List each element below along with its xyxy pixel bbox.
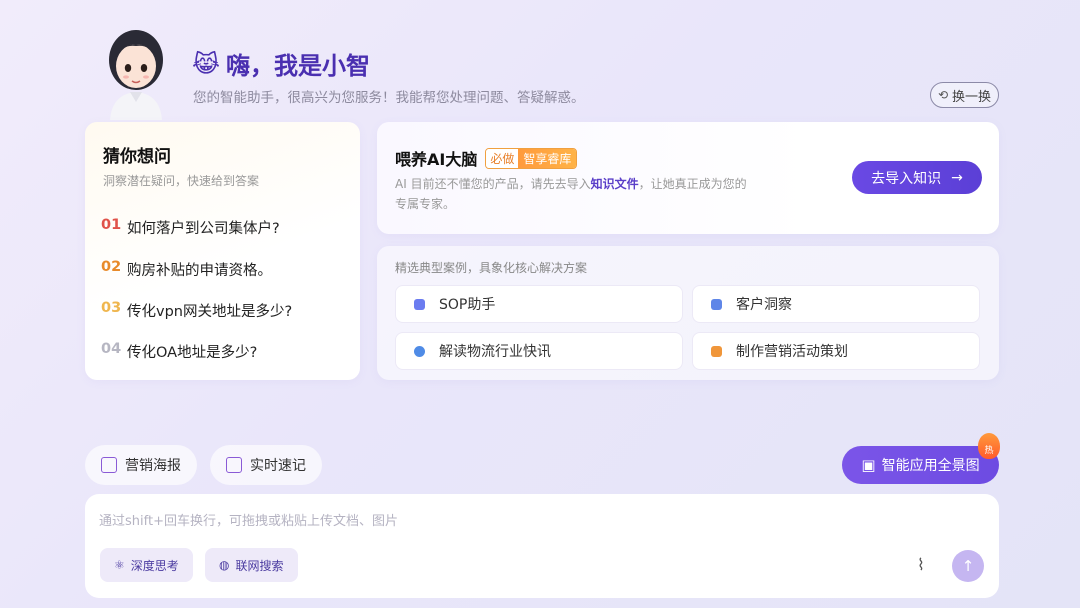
feed-description: AI 目前还不懂您的产品，请先去导入知识文件，让她真正成为您的专属专家。: [395, 174, 755, 214]
badge-must: 必做: [486, 148, 519, 168]
question-number: 03: [101, 300, 122, 316]
question-text: 传化OA地址是多少?: [127, 345, 258, 361]
send-button[interactable]: ↑: [952, 550, 984, 582]
case-logistics-news[interactable]: 解读物流行业快讯: [395, 332, 683, 370]
case-label: 客户洞察: [736, 297, 792, 313]
swap-button[interactable]: ⟲ 换一换: [930, 82, 999, 108]
feed-desc-before: AI 目前还不懂您的产品，请先去导入: [395, 177, 591, 191]
import-label: 去导入知识: [871, 170, 942, 187]
question-item[interactable]: 01 如何落户到公司集体户?: [101, 217, 280, 238]
question-text: 如何落户到公司集体户?: [127, 221, 280, 237]
greeting-subtitle: 您的智能助手，很高兴为您服务！我能帮您处理问题、答疑解惑。: [193, 90, 585, 106]
question-text: 购房补贴的申请资格。: [127, 263, 272, 279]
question-item[interactable]: 04 传化OA地址是多少?: [101, 341, 257, 362]
panorama-label: 智能应用全景图: [881, 458, 980, 474]
cases-card: 精选典型案例，具象化核心解决方案 SOP助手 客户洞察 解读物流行业快讯 制作营…: [377, 246, 999, 380]
cases-title: 精选典型案例，具象化核心解决方案: [395, 261, 588, 275]
question-number: 01: [101, 217, 122, 233]
swap-icon: ⟲: [937, 88, 949, 102]
chip-label: 实时速记: [250, 458, 306, 474]
case-label: 制作营销活动策划: [736, 344, 848, 360]
image-icon: [101, 457, 117, 473]
web-search-button[interactable]: ◍ 联网搜索: [205, 548, 298, 582]
guess-title: 猜你想问: [103, 147, 171, 167]
question-number: 02: [101, 259, 122, 275]
shield-icon: [414, 345, 425, 357]
import-knowledge-button[interactable]: 去导入知识 →: [852, 161, 982, 194]
list-icon: [711, 345, 722, 357]
swap-label: 换一换: [952, 89, 992, 105]
marketing-poster-chip[interactable]: 营销海报: [85, 445, 197, 485]
knowledge-file-link[interactable]: 知识文件: [591, 177, 639, 191]
chat-input[interactable]: [99, 510, 959, 540]
send-icon: ↑: [961, 557, 975, 575]
feed-title: 喂养AI大脑 必做 智享睿库: [395, 146, 578, 170]
question-text: 传化vpn网关地址是多少?: [127, 304, 293, 320]
question-item[interactable]: 02 购房补贴的申请资格。: [101, 259, 272, 280]
feed-title-text: 喂养AI大脑: [395, 150, 478, 169]
case-marketing-plan[interactable]: 制作营销活动策划: [692, 332, 980, 370]
paperclip-icon[interactable]: ⌇: [917, 555, 925, 574]
assistant-avatar: [109, 30, 163, 120]
guess-subtitle: 洞察潜在疑问，快速给到答案: [103, 174, 260, 188]
pen-icon: [414, 298, 425, 310]
knowledge-base-badge: 必做 智享睿库: [485, 147, 578, 169]
realtime-notes-chip[interactable]: 实时速记: [210, 445, 322, 485]
chat-icon: [711, 298, 722, 310]
chip-label: 营销海报: [125, 458, 181, 474]
deep-think-button[interactable]: ⚛ 深度思考: [100, 548, 193, 582]
web-search-label: 联网搜索: [235, 558, 284, 573]
app-panorama-button[interactable]: ▣ 智能应用全景图: [842, 446, 999, 484]
case-customer-insight[interactable]: 客户洞察: [692, 285, 980, 323]
globe-icon: ◍: [219, 558, 230, 572]
feed-ai-card: 喂养AI大脑 必做 智享睿库 AI 目前还不懂您的产品，请先去导入知识文件，让她…: [377, 122, 999, 234]
case-label: 解读物流行业快讯: [439, 344, 551, 360]
chat-input-box: ⚛ 深度思考 ◍ 联网搜索 ⌇ ↑: [85, 494, 999, 598]
calendar-icon: ▣: [861, 456, 876, 474]
case-sop-assistant[interactable]: SOP助手: [395, 285, 683, 323]
atom-icon: ⚛: [114, 558, 125, 572]
question-item[interactable]: 03 传化vpn网关地址是多少?: [101, 300, 292, 321]
waveform-icon: [226, 457, 242, 473]
laughing-cat-icon: 😹: [192, 49, 221, 78]
hot-badge: 热: [978, 433, 1000, 459]
case-label: SOP助手: [439, 297, 496, 313]
greeting-text: 嗨，我是小智: [226, 52, 371, 80]
deep-think-label: 深度思考: [130, 558, 179, 573]
question-number: 04: [101, 341, 122, 357]
guess-card: 猜你想问 洞察潜在疑问，快速给到答案 01 如何落户到公司集体户? 02 购房补…: [85, 122, 360, 380]
greeting-title: 😹 嗨，我是小智: [192, 46, 370, 81]
arrow-right-icon: →: [951, 169, 963, 186]
badge-name: 智享睿库: [518, 148, 577, 168]
